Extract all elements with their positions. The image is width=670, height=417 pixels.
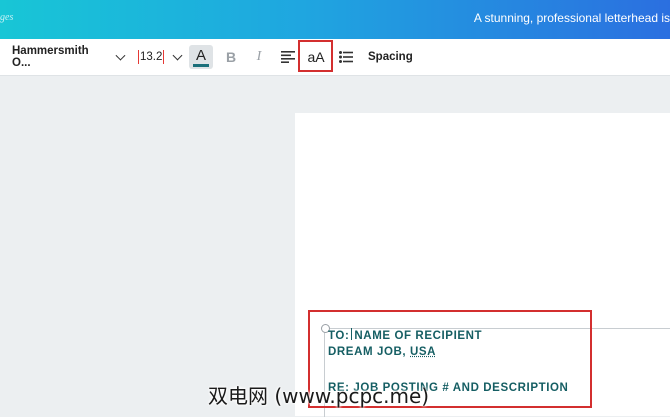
chevron-down-icon[interactable] [172,50,183,60]
font-family-dropdown[interactable]: Hammersmith O... [12,39,126,75]
font-size-value: 13.2 [140,51,163,63]
italic-button[interactable]: I [247,45,271,69]
breadcrumb[interactable]: ges [0,12,13,23]
font-family-label: Hammersmith O... [12,45,89,69]
text-toolbar: Hammersmith O... 13.2 A B I aA Spacing [0,39,670,76]
case-button-highlight [298,40,333,72]
watermark: 双电网 (www.pcpc.me) [208,384,430,408]
top-banner: ges A stunning, professional letterhead … [0,0,670,39]
font-size-input[interactable]: 13.2 [138,39,183,75]
align-left-icon-glyph [281,51,295,63]
text-cursor [138,50,139,64]
text-color-swatch [193,64,209,67]
design-title[interactable]: A stunning, professional letterhead is [474,11,670,25]
bold-button[interactable]: B [219,45,243,69]
bullet-list-icon-glyph [339,51,353,63]
text-color-button[interactable]: A [189,45,213,69]
text-cursor-end [163,50,165,64]
spacing-button[interactable]: Spacing [368,39,413,75]
list-icon[interactable] [334,45,358,69]
text-color-icon: A [195,47,206,64]
chevron-down-icon [115,50,126,60]
align-left-icon[interactable] [276,45,300,69]
